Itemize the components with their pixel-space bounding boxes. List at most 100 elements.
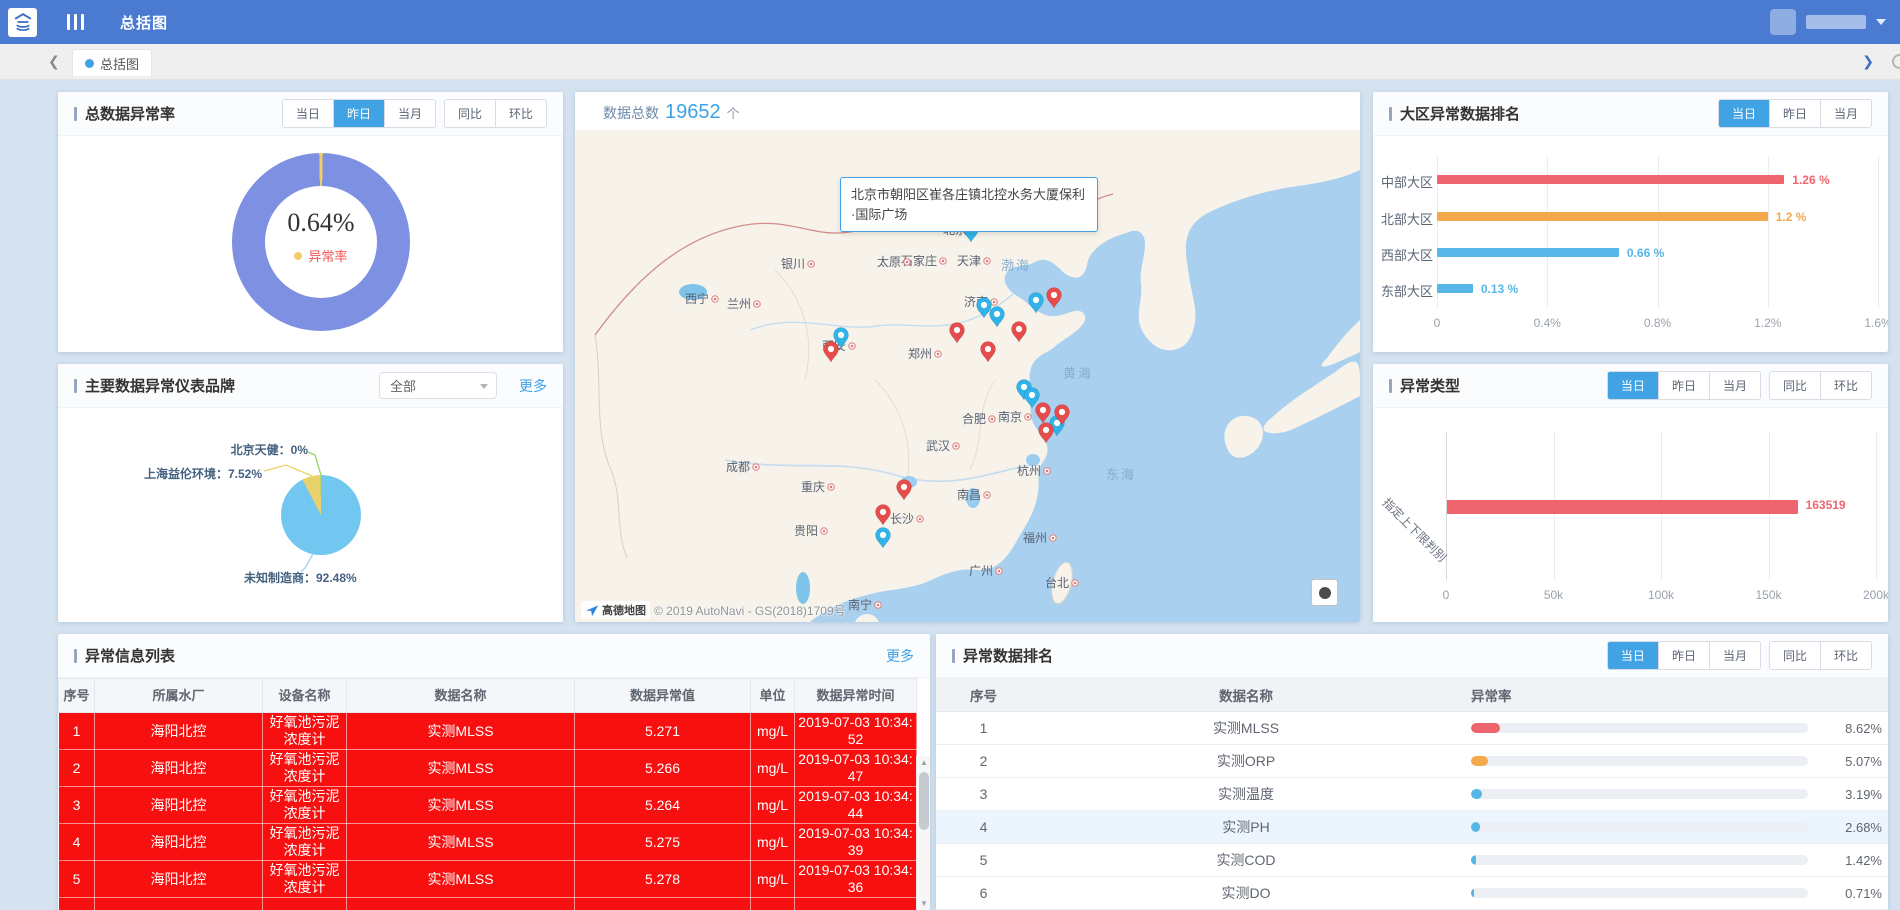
table-cell: 4 (59, 824, 95, 861)
table-row[interactable]: 2海阳北控好氧池污泥浓度计实测MLSS5.266mg/L2019-07-03 1… (59, 750, 917, 787)
tab-昨日[interactable]: 昨日 (1658, 642, 1709, 669)
svg-text:武汉: 武汉 (926, 439, 950, 453)
ranking-row[interactable]: 4实测PH2.68% (936, 811, 1888, 844)
col-数据异常时间: 数据异常时间 (795, 679, 917, 713)
svg-text:南昌: 南昌 (957, 487, 981, 502)
bar-东部大区[interactable] (1437, 284, 1473, 293)
bar-北部大区[interactable] (1437, 212, 1768, 221)
user-avatar[interactable] (1770, 9, 1796, 35)
tab-当日[interactable]: 当日 (1608, 642, 1658, 669)
tab-当日[interactable]: 当日 (1608, 372, 1658, 399)
bar-西部大区[interactable] (1437, 248, 1619, 257)
col-数据异常值: 数据异常值 (575, 679, 751, 713)
menu-toggle-icon[interactable] (67, 14, 84, 30)
breadcrumb-back-icon[interactable]: ❮ (48, 53, 60, 70)
tab-当月[interactable]: 当月 (1709, 642, 1760, 669)
table-cell (751, 898, 795, 910)
x-axis-label: 0.4% (1534, 316, 1561, 330)
tab-当月[interactable]: 当月 (384, 100, 435, 127)
bar-指定上下限判别[interactable] (1446, 500, 1798, 514)
rate-pill (1471, 789, 1482, 799)
list-more-link[interactable]: 更多 (886, 646, 914, 666)
table-row[interactable]: 5海阳北控好氧池污泥浓度计实测MLSS5.278mg/L2019-07-03 1… (59, 861, 917, 898)
table-cell (795, 898, 917, 910)
brand-pie-chart (281, 475, 361, 555)
table-row[interactable] (59, 898, 917, 910)
breadcrumb-tab[interactable]: 总括图 (72, 49, 152, 76)
select-value: 全部 (390, 376, 416, 395)
panel-header: 异常类型 当日昨日当月同比环比 (1373, 364, 1888, 408)
rate-percent: 3.19% (1818, 787, 1882, 802)
col-anomaly-rate: 异常率 (1461, 685, 1888, 705)
brand-filter-select[interactable]: 全部 (379, 372, 497, 399)
tab-同比[interactable]: 同比 (1770, 372, 1820, 399)
map-copyright: © 2019 AutoNavi - GS(2018)1709号 (654, 602, 846, 619)
svg-text:福州: 福州 (1023, 530, 1047, 545)
tab-环比[interactable]: 环比 (1820, 642, 1871, 669)
ranking-rows: 1实测MLSS8.62%2实测ORP5.07%3实测温度3.19%4实测PH2.… (936, 712, 1888, 910)
tab-同比[interactable]: 同比 (445, 100, 495, 127)
scroll-down-icon[interactable]: ▼ (917, 899, 930, 908)
ranking-row[interactable]: 1实测MLSS8.62% (936, 712, 1888, 745)
pie-label-unknown: 未知制造商：92.48% (244, 569, 357, 586)
amap-logo[interactable]: 高德地图 (581, 601, 650, 619)
tab-环比[interactable]: 环比 (1820, 372, 1871, 399)
breadcrumb-refresh-icon[interactable] (1892, 54, 1900, 69)
brand-more-link[interactable]: 更多 (519, 376, 547, 396)
donut-legend[interactable]: 异常率 (294, 246, 347, 265)
table-row[interactable]: 4海阳北控好氧池污泥浓度计实测MLSS5.275mg/L2019-07-03 1… (59, 824, 917, 861)
table-cell: 2019-07-03 10:34:47 (795, 750, 917, 787)
table-cell: 2 (59, 750, 95, 787)
tab-昨日[interactable]: 昨日 (1658, 372, 1709, 399)
col-所属水厂: 所属水厂 (95, 679, 263, 713)
breadcrumb-forward-icon[interactable]: ❯ (1862, 53, 1874, 70)
svg-text:长沙: 长沙 (890, 512, 914, 526)
user-name-blurred (1806, 15, 1866, 29)
table-row[interactable]: 3海阳北控好氧池污泥浓度计实测MLSS5.264mg/L2019-07-03 1… (59, 787, 917, 824)
rate-track (1471, 822, 1808, 832)
tab-当日[interactable]: 当日 (1719, 100, 1769, 127)
col-index: 序号 (936, 685, 1031, 705)
rank-index: 4 (936, 819, 1031, 835)
map-overview-control[interactable] (1311, 579, 1338, 606)
tab-同比[interactable]: 同比 (1770, 642, 1820, 669)
app-logo[interactable] (8, 8, 37, 37)
tab-昨日[interactable]: 昨日 (333, 100, 384, 127)
user-menu-caret-icon[interactable] (1876, 19, 1886, 25)
table-row[interactable]: 1海阳北控好氧池污泥浓度计实测MLSS5.271mg/L2019-07-03 1… (59, 713, 917, 750)
scrollbar-thumb[interactable] (919, 772, 929, 830)
table-cell: 5.264 (575, 787, 751, 824)
tab-昨日[interactable]: 昨日 (1769, 100, 1820, 127)
rate-track (1471, 855, 1808, 865)
x-axis-label: 50k (1544, 588, 1563, 602)
ranking-row[interactable]: 5实测COD1.42% (936, 844, 1888, 877)
user-zone (1770, 0, 1886, 44)
tab-当月[interactable]: 当月 (1709, 372, 1760, 399)
x-axis-label: 0.8% (1644, 316, 1671, 330)
tab-当日[interactable]: 当日 (283, 100, 333, 127)
rank-bar-cell: 5.07% (1461, 754, 1888, 769)
tab-当月[interactable]: 当月 (1820, 100, 1871, 127)
rank-data-name: 实测PH (1031, 817, 1461, 837)
table-cell: mg/L (751, 713, 795, 750)
rate-pill (1471, 855, 1476, 865)
pie-chart-area: 北京天健：0% 上海益伦环境：7.52% 未知制造商：92.48% (58, 408, 563, 621)
ranking-row[interactable]: 6实测DO0.71% (936, 877, 1888, 910)
rate-track (1471, 756, 1808, 766)
bar-中部大区[interactable] (1437, 175, 1784, 184)
tab-环比[interactable]: 环比 (495, 100, 546, 127)
table-cell (263, 898, 347, 910)
period-tab-group: 当日昨日当月 (282, 99, 436, 128)
table-cell: 好氧池污泥浓度计 (263, 861, 347, 898)
col-设备名称: 设备名称 (263, 679, 347, 713)
rank-data-name: 实测ORP (1031, 751, 1461, 771)
panel-header: 异常数据排名 当日昨日当月同比环比 (936, 634, 1888, 678)
svg-text:重庆: 重庆 (801, 480, 825, 494)
rank-bar-cell: 1.42% (1461, 853, 1888, 868)
ranking-row[interactable]: 3实测温度3.19% (936, 778, 1888, 811)
scroll-up-icon[interactable]: ▲ (917, 758, 930, 767)
table-scrollbar[interactable]: ▲ ▼ (916, 756, 930, 910)
ranking-row[interactable]: 2实测ORP5.07% (936, 745, 1888, 778)
panel-header: 总数据异常率 当日昨日当月同比环比 (58, 92, 563, 136)
period-tab-group: 同比环比 (444, 99, 547, 128)
